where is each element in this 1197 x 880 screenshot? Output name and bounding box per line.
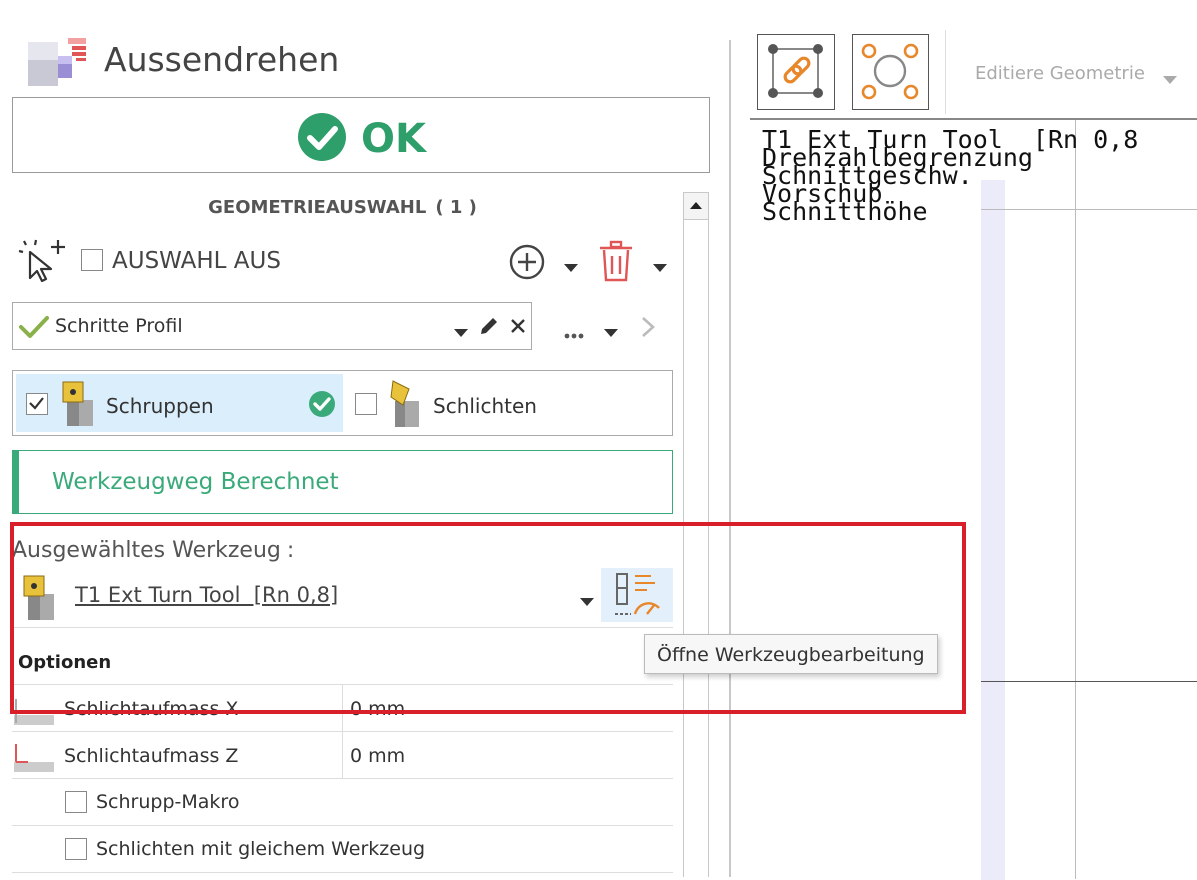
column-divider — [342, 732, 343, 778]
selection-off-checkbox[interactable] — [81, 249, 103, 271]
divider — [12, 872, 673, 873]
viewport-band — [981, 180, 1005, 880]
grid-line — [1075, 120, 1076, 879]
add-dropdown-arrow-icon[interactable] — [564, 258, 578, 277]
list-item: Schrupp-Makro — [12, 779, 673, 825]
finish-same-tool-label: Schlichten mit gleichem Werkzeug — [96, 838, 426, 860]
stock-z-icon — [12, 740, 56, 778]
delete-dropdown-arrow-icon[interactable] — [653, 258, 667, 277]
grid-line — [981, 209, 1197, 210]
chevron-right-icon[interactable] — [641, 316, 655, 342]
panel-divider — [729, 40, 731, 877]
status-box: OK — [12, 97, 710, 173]
delete-trash-icon[interactable] — [597, 240, 635, 282]
link-geometry-icon — [768, 44, 823, 98]
edit-pencil-icon[interactable] — [479, 316, 499, 340]
link-geometry-button[interactable] — [757, 34, 835, 110]
roughing-macro-label: Schrupp-Makro — [96, 791, 240, 813]
geometry-section-title: GEOMETRIEAUSWAHL ( 1 ) — [208, 197, 477, 218]
step-roughing[interactable]: Schruppen — [16, 374, 343, 432]
finishing-tool-icon — [389, 379, 425, 429]
add-circle-icon[interactable] — [509, 244, 545, 280]
profile-selector-value: Schritte Profil — [55, 315, 183, 337]
operation-icon — [26, 34, 88, 88]
profile-dropdown-arrow-icon[interactable] — [454, 323, 468, 342]
viewport-text-line: Schnitthöhe — [762, 197, 928, 226]
toolpath-status-label: Werkzeugweg Berechnet — [52, 469, 339, 495]
toolpath-status-box: Werkzeugweg Berechnet — [12, 450, 673, 514]
more-options-icon[interactable] — [564, 324, 584, 343]
table-row: Schlichtaufmass Z 0 mm — [12, 732, 673, 778]
roughing-tool-icon — [61, 380, 101, 428]
finish-same-tool-checkbox[interactable] — [65, 838, 87, 860]
step-finishing-label: Schlichten — [433, 394, 537, 418]
profile-selector[interactable]: Schritte Profil — [12, 302, 532, 350]
select-cursor-icon[interactable] — [18, 238, 66, 283]
selection-off-label: AUSWAHL AUS — [112, 248, 281, 274]
more-options-dropdown-arrow-icon[interactable] — [604, 323, 618, 342]
steps-box: Schruppen Schlichten — [12, 370, 673, 436]
scroll-up-icon[interactable] — [684, 193, 708, 220]
roughing-macro-checkbox[interactable] — [65, 791, 87, 813]
step-finishing-checkbox[interactable] — [355, 393, 377, 415]
edit-geometry-dropdown[interactable]: Editiere Geometrie — [975, 63, 1145, 84]
step-roughing-label: Schruppen — [106, 394, 214, 418]
check-circle-icon — [297, 112, 347, 162]
checkmark-icon — [19, 315, 49, 343]
computed-check-icon — [308, 390, 336, 422]
list-item: Schlichten mit gleichem Werkzeug — [12, 826, 673, 872]
clear-x-icon[interactable] — [510, 318, 526, 338]
edit-geometry-dropdown-arrow-icon[interactable] — [1163, 70, 1177, 89]
page-title: Aussendrehen — [104, 40, 340, 79]
circle-points-icon — [861, 43, 919, 100]
highlight-frame — [10, 522, 966, 714]
step-roughing-checkbox[interactable] — [26, 393, 48, 415]
circle-geometry-button[interactable] — [852, 34, 929, 110]
grid-line — [981, 681, 1197, 682]
option-value[interactable]: 0 mm — [350, 745, 405, 767]
toolbar-divider — [945, 30, 946, 114]
ok-label: OK — [361, 116, 426, 162]
option-label: Schlichtaufmass Z — [64, 745, 239, 767]
viewport[interactable]: T1 Ext Turn Tool [Rn 0,8 Drehzahlbegrenz… — [750, 118, 1197, 880]
